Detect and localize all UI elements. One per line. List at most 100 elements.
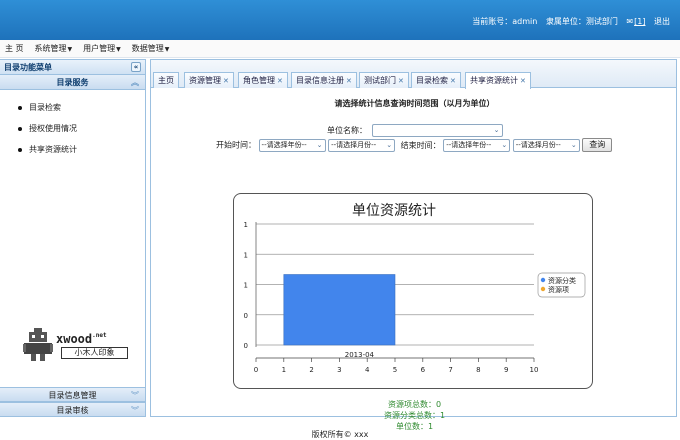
unit-select[interactable]: ⌄: [371, 124, 503, 137]
unit-row: 单位名称： ⌄: [327, 124, 503, 137]
end-month-select[interactable]: --请选择月份-- ⌄: [512, 138, 580, 152]
x-tick-label: 7: [448, 366, 452, 374]
start-month-value: --请选择月份--: [331, 140, 377, 149]
chevron-down-icon: ⌄: [501, 140, 508, 149]
y-tick-label: 0: [244, 312, 248, 320]
menu-home[interactable]: 主 页: [5, 43, 24, 54]
main-panel: 主页 资源管理 ✕ 角色管理 ✕ 目录信息注册 ✕ 测试部门 ✕ 目录检索 ✕ 共享资源统计 ✕ 请选择…: [150, 59, 677, 431]
sidebar-item-directory-search[interactable]: 目录检索: [18, 102, 145, 123]
x-tick-label: 0: [254, 366, 258, 374]
tab-directory-search[interactable]: 目录检索 ✕: [411, 72, 461, 88]
legend-label: 资源项: [548, 285, 569, 294]
tab-home[interactable]: 主页: [153, 72, 179, 88]
sidebar-header: 目录功能菜单 «: [0, 60, 145, 75]
tab-label: 角色管理: [243, 76, 275, 85]
x-tick-label: 8: [476, 366, 480, 374]
caret-down-icon: ▼: [164, 46, 170, 53]
logo-brand-suffix: .net: [92, 332, 107, 339]
stats-summary: 资源项总数：0 资源分类总数：1 单位数：1: [151, 399, 678, 432]
sidebar-item-authorization-usage[interactable]: 授权使用情况: [18, 123, 145, 144]
account-label: 当前账号：admin: [472, 17, 538, 26]
tab-directory-registration[interactable]: 目录信息注册 ✕: [291, 72, 357, 88]
y-tick-label: 1: [244, 221, 248, 229]
unit-label: 单位名称：: [327, 126, 367, 135]
accordion-title-label: 目录信息管理: [48, 391, 97, 400]
y-tick-label: 1: [244, 251, 248, 259]
menu-data-management[interactable]: 数据管理▼: [132, 43, 170, 54]
x-tick-label: 2: [309, 366, 313, 374]
close-tab-icon[interactable]: ✕: [346, 77, 352, 85]
app-header: 当前账号：admin 隶属单位：测试部门 ✉[1] 退出: [0, 0, 680, 40]
chevron-down-icon: ⌄: [316, 140, 323, 149]
sidebar-nav-list: 目录检索 授权使用情况 共享资源统计: [0, 90, 145, 165]
chart-title: 单位资源统计: [352, 203, 436, 219]
end-time-label: 结束时间：: [400, 140, 441, 150]
accordion-directory-info-management[interactable]: 目录信息管理 ︾: [0, 387, 145, 402]
logo-subtitle: 小木人印象: [61, 347, 128, 359]
page-footer: 版权所有© xxx: [311, 430, 369, 439]
end-month-value: --请选择月份--: [515, 140, 561, 149]
menu-data-label: 数据管理: [131, 44, 164, 53]
start-time-label: 开始时间：: [216, 140, 256, 150]
dept-label: 隶属单位：测试部门: [545, 17, 618, 26]
collapse-sidebar-icon[interactable]: «: [131, 62, 141, 72]
user-info: 当前账号：admin 隶属单位：测试部门 ✉[1] 退出: [466, 16, 670, 27]
legend-label: 资源分类: [548, 276, 576, 285]
legend-marker: [540, 277, 546, 283]
message-count-link[interactable]: [1]: [634, 17, 645, 26]
tab-label: 测试部门: [364, 76, 396, 85]
resource-chart-svg: 单位资源统计001112013-040 1 2 3 4 5 6 7 8 9 10资源分类资源项: [244, 203, 586, 374]
y-tick-label: 0: [244, 342, 248, 350]
tab-role-management[interactable]: 角色管理 ✕: [238, 72, 288, 88]
query-button[interactable]: 查询: [582, 138, 613, 152]
menu-home-label: 主 页: [5, 44, 24, 53]
sidebar-title: 目录功能菜单: [4, 63, 52, 72]
start-year-value: --请选择年份--: [261, 140, 307, 149]
y-tick-label: 1: [244, 282, 248, 290]
logout-link[interactable]: 退出: [654, 17, 670, 26]
menu-user-management[interactable]: 用户管理▼: [83, 43, 121, 54]
tab-label: 目录信息注册: [296, 76, 344, 85]
logo-brand: xwood.net: [56, 332, 107, 346]
menu-system-management[interactable]: 系统管理▼: [35, 43, 73, 54]
x-tick-label: 4: [365, 366, 370, 374]
close-tab-icon[interactable]: ✕: [223, 77, 229, 85]
tab-test-department[interactable]: 测试部门 ✕: [359, 72, 409, 88]
menu-system-label: 系统管理: [34, 44, 67, 53]
message-icon[interactable]: ✉: [626, 17, 633, 26]
accordion-directory-review[interactable]: 目录审核 ︾: [0, 402, 145, 417]
accordion-directory-service[interactable]: 目录服务 ︽: [0, 75, 145, 90]
tab-label: 目录检索: [416, 76, 448, 85]
resource-chart: 单位资源统计 0 0 1 1 1 2013-04 0 1 2 3 4 5 6 7 8 9 10 资源分类 资源项: [233, 193, 593, 389]
start-month-select[interactable]: --请选择月份-- ⌄: [328, 138, 396, 152]
close-tab-icon[interactable]: ✕: [520, 77, 526, 85]
bar-2013-04: [283, 274, 396, 346]
x-tick-label: 6: [421, 366, 426, 374]
caret-down-icon: ▼: [67, 46, 73, 53]
x-tick-label: 1: [282, 366, 286, 374]
tab-label: 资源管理: [189, 76, 221, 85]
chevron-down-icon: ︾: [131, 391, 139, 400]
chevron-up-icon: ︽: [131, 78, 139, 87]
tab-shared-resource-stats[interactable]: 共享资源统计 ✕: [465, 72, 531, 89]
main-menu-bar: 主 页 系统管理▼ 用户管理▼ 数据管理▼: [0, 40, 680, 58]
x-tick-label: 3: [337, 366, 341, 374]
time-range-row: 开始时间： --请选择年份-- ⌄ --请选择月份-- ⌄ 结束时间： --请选…: [216, 138, 613, 152]
x-tick-label: 10: [530, 366, 539, 374]
tab-resource-management[interactable]: 资源管理 ✕: [184, 72, 234, 88]
close-tab-icon[interactable]: ✕: [398, 77, 404, 85]
legend-marker: [540, 286, 546, 292]
start-year-select[interactable]: --请选择年份-- ⌄: [258, 138, 326, 152]
logo-brand-text: xwood: [56, 332, 93, 346]
tab-bar: 主页 资源管理 ✕ 角色管理 ✕ 目录信息注册 ✕ 测试部门 ✕ 目录检索 ✕ 共享资源统计 ✕: [151, 60, 676, 89]
close-tab-icon[interactable]: ✕: [277, 77, 283, 85]
sidebar-item-shared-resource-stats[interactable]: 共享资源统计: [18, 144, 145, 165]
x-tick-label: 9: [504, 366, 508, 374]
close-tab-icon[interactable]: ✕: [450, 77, 456, 85]
end-year-select[interactable]: --请选择年份-- ⌄: [443, 138, 511, 152]
caret-down-icon: ▼: [116, 46, 121, 53]
chevron-down-icon: ⌄: [386, 140, 393, 149]
chevron-down-icon: ⌄: [570, 140, 577, 149]
sidebar-bottom-sections: 目录信息管理 ︾ 目录审核 ︾: [0, 387, 145, 417]
accordion-title-label: 目录服务: [56, 78, 89, 87]
